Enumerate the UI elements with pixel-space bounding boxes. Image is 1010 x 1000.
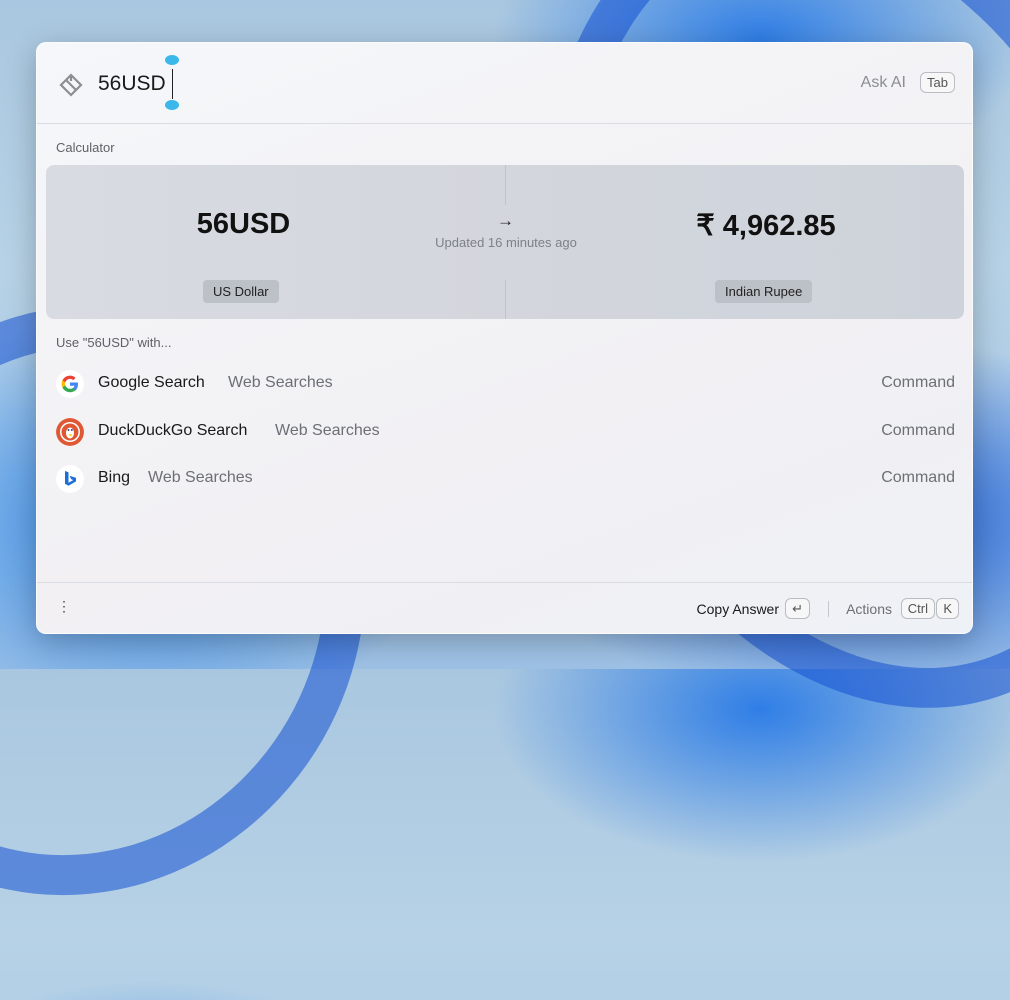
calculator-section-label: Calculator [56,140,115,155]
result-title: Google Search [98,374,205,391]
ctrl-key-hint: Ctrl [900,598,935,619]
google-icon [56,370,84,398]
result-action: Command [881,422,955,439]
duckduckgo-icon [56,418,84,446]
tab-key-hint: Tab [920,72,955,93]
from-currency-tag: US Dollar [203,280,279,303]
calc-updated-text: Updated 16 minutes ago [435,235,577,250]
actions-button[interactable]: Actions [846,601,892,617]
calc-divider-bottom [505,280,506,319]
ask-ai-button[interactable]: Ask AI [861,74,906,92]
arrow-right-icon: → [497,211,514,230]
launcher-window: Ask AI Tab Calculator 56USD → Updated 16… [36,42,973,634]
calc-divider-top [505,165,506,205]
result-action: Command [881,469,955,486]
caret-handle-bottom[interactable] [165,100,179,110]
k-key-hint: K [936,598,959,619]
calculator-result-card[interactable]: 56USD → Updated 16 minutes ago ₹ 4,962.8… [46,165,964,319]
text-caret [172,69,173,99]
search-input[interactable] [98,69,698,99]
search-bar: Ask AI Tab [37,43,972,124]
bing-icon [56,465,84,493]
result-action: Command [881,374,955,391]
result-subtitle: Web Searches [275,422,380,439]
footer-separator [828,601,829,617]
result-title: Bing [98,469,131,486]
caret-handle-top[interactable] [165,55,179,65]
result-row-bing[interactable]: Bing Web Searches Command [37,456,972,500]
calc-from-value: 56USD [196,208,291,240]
footer-bar: ⋮ Copy Answer ↵ Actions Ctrl K [37,582,972,633]
enter-key-hint: ↵ [785,598,810,619]
result-title: DuckDuckGo Search [98,422,248,439]
calc-to-value: ₹ 4,962.85 [696,210,836,242]
result-row-google[interactable]: Google Search Web Searches Command [37,361,972,405]
result-subtitle: Web Searches [228,374,333,391]
copy-answer-button[interactable]: Copy Answer [697,601,779,617]
more-options-icon[interactable]: ⋮ [57,599,71,613]
result-subtitle: Web Searches [148,469,253,486]
result-row-duckduckgo[interactable]: DuckDuckGo Search Web Searches Command [37,409,972,453]
launcher-app-icon [59,73,83,97]
to-currency-tag: Indian Rupee [715,280,813,303]
use-with-label: Use "56USD" with... [56,335,172,350]
